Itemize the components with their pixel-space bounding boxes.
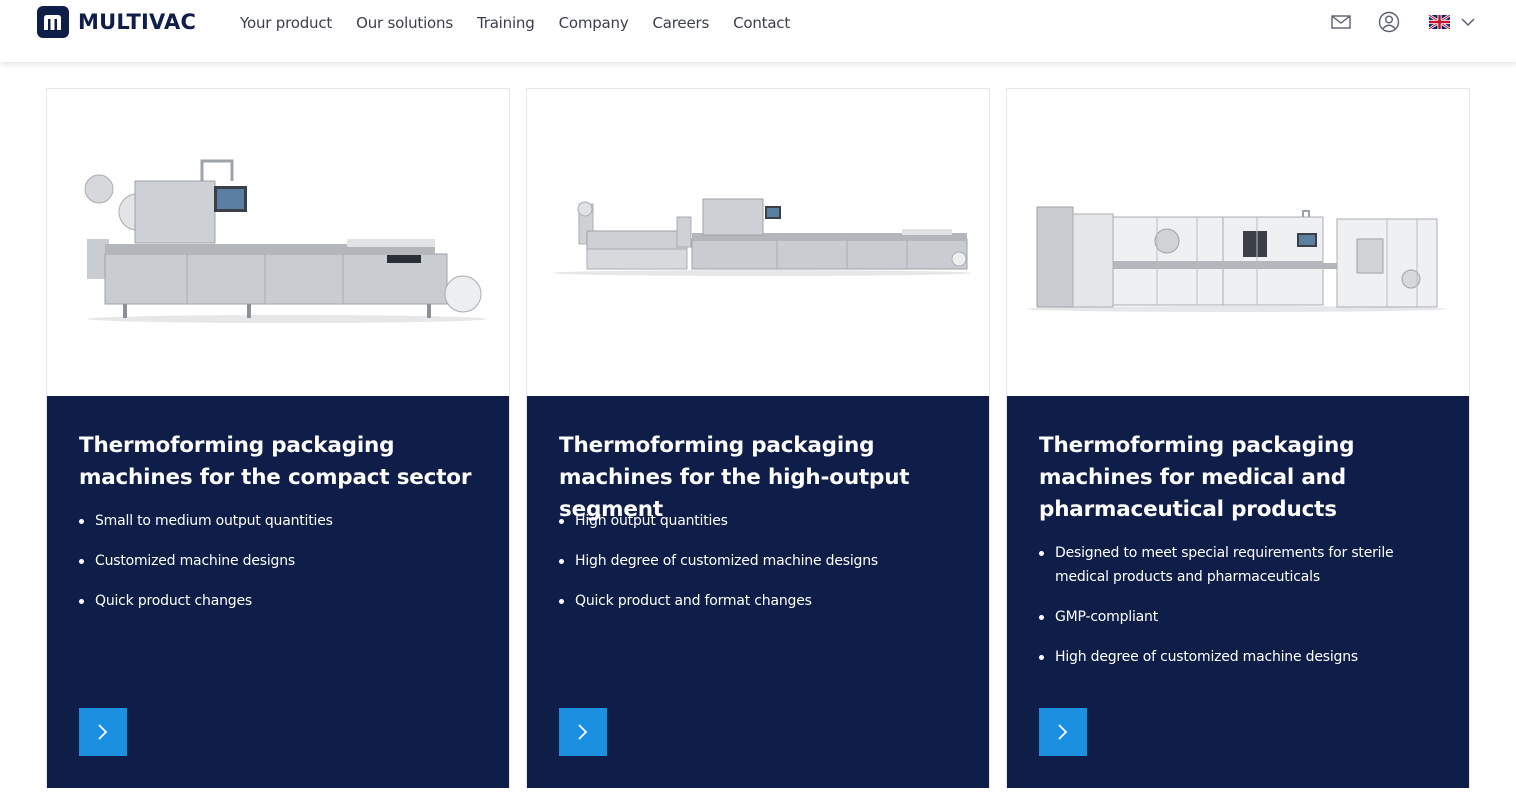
product-card-high-output[interactable]: Thermoforming packaging machines for the…	[526, 88, 990, 788]
feature-item: Customized machine designs	[79, 549, 479, 573]
feature-item: High output quantities	[559, 509, 959, 533]
machine-image-high-output	[527, 89, 989, 396]
site-header: MULTIVAC Your product Our solutions Trai…	[0, 0, 1516, 62]
nav-careers[interactable]: Careers	[653, 13, 710, 33]
feature-item: Small to medium output quantities	[79, 509, 479, 533]
feature-list: High output quantities High degree of cu…	[559, 509, 959, 629]
feature-item: GMP-compliant	[1039, 605, 1439, 629]
card-arrow-button[interactable]	[1039, 708, 1087, 756]
feature-item: Designed to meet special requirements fo…	[1039, 541, 1439, 589]
chevron-right-icon	[578, 724, 588, 740]
multivac-logo-icon	[37, 6, 69, 38]
feature-item: High degree of customized machine design…	[559, 549, 959, 573]
product-card-compact[interactable]: Thermoforming packaging machines for the…	[46, 88, 510, 788]
nav-our-solutions[interactable]: Our solutions	[356, 13, 453, 33]
feature-item: Quick product changes	[79, 589, 479, 613]
chevron-right-icon	[98, 724, 108, 740]
card-panel: Thermoforming packaging machines for the…	[527, 396, 989, 788]
user-icon[interactable]	[1377, 10, 1401, 34]
card-title: Thermoforming packaging machines for med…	[1039, 433, 1355, 522]
card-arrow-button[interactable]	[559, 708, 607, 756]
nav-your-product[interactable]: Your product	[240, 13, 332, 33]
feature-item: Quick product and format changes	[559, 589, 959, 613]
card-arrow-button[interactable]	[79, 708, 127, 756]
feature-list: Designed to meet special requirements fo…	[1039, 541, 1439, 685]
card-title: Thermoforming packaging machines for the…	[79, 433, 472, 490]
nav-training[interactable]: Training	[477, 13, 535, 33]
feature-list: Small to medium output quantities Custom…	[79, 509, 479, 629]
chevron-right-icon	[1058, 724, 1068, 740]
chevron-down-icon[interactable]	[1459, 11, 1477, 33]
main-nav: Your product Our solutions Training Comp…	[240, 13, 814, 33]
feature-item: High degree of customized machine design…	[1039, 645, 1439, 669]
nav-contact[interactable]: Contact	[733, 13, 790, 33]
machine-image-medical	[1007, 89, 1469, 396]
multivac-logo[interactable]: MULTIVAC	[37, 6, 196, 38]
product-card-medical[interactable]: Thermoforming packaging machines for med…	[1006, 88, 1470, 788]
machine-image-compact	[47, 89, 509, 396]
nav-company[interactable]: Company	[559, 13, 629, 33]
uk-flag-icon[interactable]	[1429, 15, 1450, 29]
mail-icon[interactable]	[1329, 10, 1353, 34]
card-panel: Thermoforming packaging machines for med…	[1007, 396, 1469, 788]
card-panel: Thermoforming packaging machines for the…	[47, 396, 509, 788]
brand-name: MULTIVAC	[78, 10, 197, 34]
